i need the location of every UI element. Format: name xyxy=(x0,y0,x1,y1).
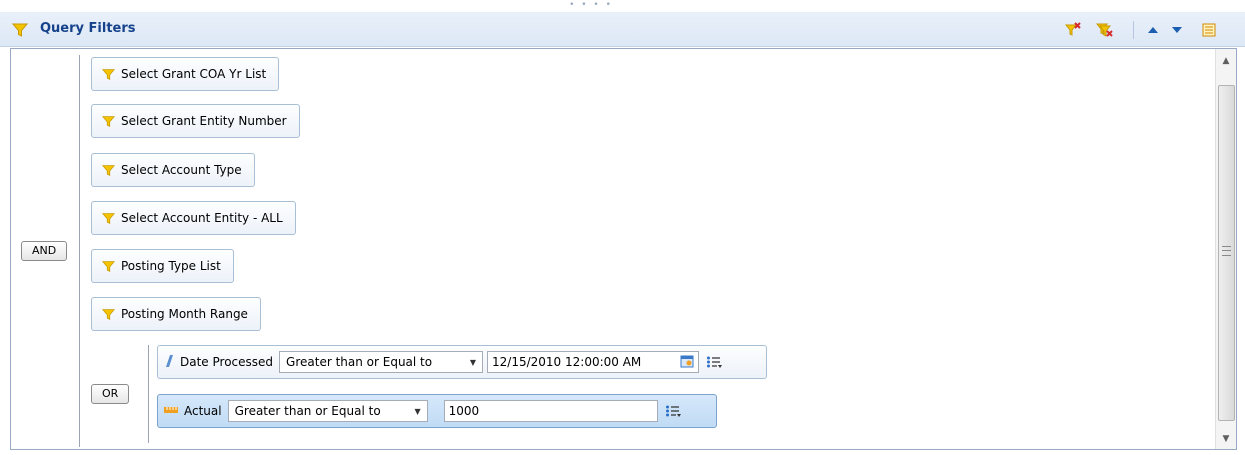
scroll-down-icon[interactable]: ▼ xyxy=(1220,433,1232,445)
funnel-icon xyxy=(102,260,115,273)
condition-field-name: Actual xyxy=(184,404,222,418)
and-connector-line xyxy=(79,55,80,447)
filter-item[interactable]: Posting Type List xyxy=(91,249,234,283)
numeric-value: 1000 xyxy=(448,404,480,418)
chevron-down-icon: ▼ xyxy=(414,406,421,416)
funnel-icon xyxy=(102,68,115,81)
query-filters-header: Query Filters xyxy=(0,12,1245,47)
value-input[interactable]: 1000 xyxy=(443,400,658,422)
measure-icon xyxy=(164,404,178,418)
or-connector-line xyxy=(148,345,149,443)
funnel-icon xyxy=(11,22,29,41)
filter-item[interactable]: Select Account Entity - ALL xyxy=(91,201,296,235)
outline-view-icon[interactable] xyxy=(1200,21,1218,39)
filter-label: Select Grant Entity Number xyxy=(121,114,287,128)
funnel-icon xyxy=(102,212,115,225)
value-list-icon[interactable] xyxy=(664,402,682,420)
condition-field-name: Date Processed xyxy=(180,355,274,369)
filter-label: Select Grant COA Yr List xyxy=(121,67,267,81)
filter-label: Select Account Entity - ALL xyxy=(121,211,283,225)
filter-item[interactable]: Select Grant Entity Number xyxy=(91,104,300,138)
filter-item[interactable]: Select Account Type xyxy=(91,153,255,187)
add-filter-icon[interactable] xyxy=(1064,21,1082,39)
funnel-icon xyxy=(102,308,115,321)
scroll-thumb[interactable] xyxy=(1218,85,1235,421)
move-down-icon[interactable] xyxy=(1168,21,1186,39)
and-operator-button[interactable]: AND xyxy=(21,241,68,261)
funnel-icon xyxy=(102,164,115,177)
filter-label: Posting Type List xyxy=(121,259,221,273)
filter-panel: AND Select Grant COA Yr List Select Gran… xyxy=(10,48,1237,450)
condition-row[interactable]: Date Processed Greater than or Equal to … xyxy=(157,345,767,379)
operator-dropdown[interactable]: Greater than or Equal to ▼ xyxy=(279,351,484,373)
operator-value: Greater than or Equal to xyxy=(234,404,381,418)
date-field-icon xyxy=(164,354,174,371)
date-value: 12/15/2010 12:00:00 AM xyxy=(492,355,642,369)
panel-title: Query Filters xyxy=(40,21,136,36)
value-list-icon[interactable] xyxy=(705,353,723,371)
filter-item[interactable]: Select Grant COA Yr List xyxy=(91,57,280,91)
calendar-icon[interactable] xyxy=(680,354,694,371)
date-value-input[interactable]: 12/15/2010 12:00:00 AM xyxy=(487,351,700,373)
funnel-icon xyxy=(102,115,115,128)
condition-row-selected[interactable]: Actual Greater than or Equal to ▼ 1000 xyxy=(157,394,717,428)
toolbar-separator xyxy=(1133,21,1134,39)
filter-item[interactable]: Posting Month Range xyxy=(91,297,261,331)
operator-dropdown[interactable]: Greater than or Equal to ▼ xyxy=(227,400,428,422)
filter-label: Posting Month Range xyxy=(121,307,248,321)
or-operator-button[interactable]: OR xyxy=(91,384,130,404)
vertical-scrollbar[interactable]: ▲ ▼ xyxy=(1215,49,1236,449)
move-up-icon[interactable] xyxy=(1144,21,1162,39)
filter-label: Select Account Type xyxy=(121,163,242,177)
scroll-up-icon[interactable]: ▲ xyxy=(1220,55,1232,67)
grip-icon xyxy=(1222,246,1231,256)
chevron-down-icon: ▼ xyxy=(469,357,477,367)
remove-all-filters-icon[interactable] xyxy=(1096,21,1114,39)
operator-value: Greater than or Equal to xyxy=(286,355,433,369)
resize-grip[interactable]: • • • • xyxy=(567,1,615,10)
